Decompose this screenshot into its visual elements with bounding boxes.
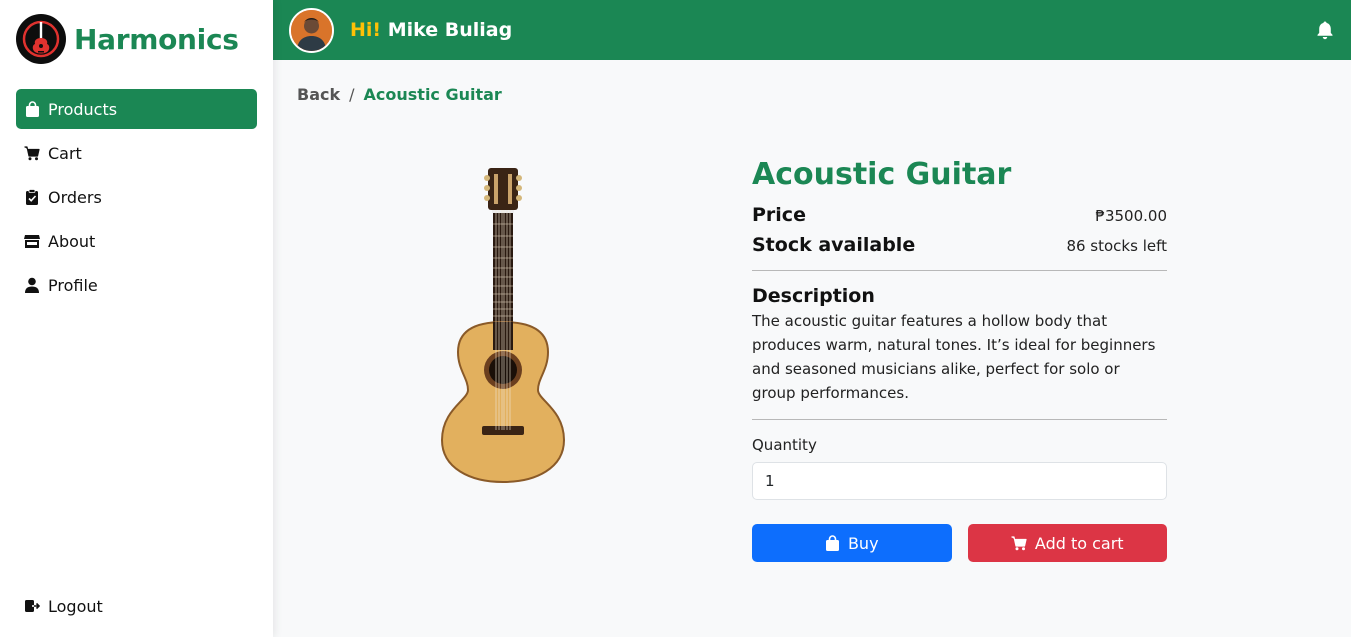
logout-section: Logout bbox=[16, 586, 257, 630]
sidebar-nav: Products Cart Orders About Profile bbox=[16, 89, 257, 309]
price-row: Price ₱3500.00 bbox=[752, 204, 1167, 226]
add-to-cart-label: Add to cart bbox=[1034, 533, 1124, 553]
greeting: Hi! Mike Buliag bbox=[350, 19, 512, 41]
stock-label: Stock available bbox=[752, 234, 916, 256]
bag-icon bbox=[24, 101, 40, 117]
sidebar-item-products[interactable]: Products bbox=[16, 89, 257, 129]
breadcrumb-current: Acoustic Guitar bbox=[363, 85, 502, 104]
quantity-input[interactable] bbox=[752, 462, 1167, 500]
sidebar-item-label: About bbox=[48, 231, 96, 251]
breadcrumb: Back / Acoustic Guitar bbox=[297, 85, 502, 104]
brand[interactable]: Harmonics bbox=[16, 14, 239, 64]
price-label: Price bbox=[752, 204, 806, 226]
logout-label: Logout bbox=[48, 596, 103, 616]
logout-icon bbox=[24, 598, 40, 614]
avatar[interactable] bbox=[289, 7, 334, 53]
stock-row: Stock available 86 stocks left bbox=[752, 234, 1167, 256]
guitar-logo-icon bbox=[16, 14, 66, 64]
buy-label: Buy bbox=[847, 533, 879, 553]
price-value: ₱3500.00 bbox=[1095, 207, 1167, 225]
product-details: Acoustic Guitar Price ₱3500.00 Stock ava… bbox=[752, 156, 1167, 562]
divider bbox=[752, 270, 1167, 271]
bag-icon bbox=[825, 535, 840, 551]
sidebar-item-label: Orders bbox=[48, 187, 102, 207]
user-name: Mike Buliag bbox=[387, 19, 513, 41]
person-icon bbox=[24, 277, 40, 293]
buy-button[interactable]: Buy bbox=[752, 524, 952, 562]
product-title: Acoustic Guitar bbox=[752, 157, 1012, 192]
description-title: Description bbox=[752, 285, 875, 307]
sidebar-item-orders[interactable]: Orders bbox=[16, 177, 257, 217]
top-header: Hi! Mike Buliag bbox=[273, 0, 1351, 60]
cart-icon bbox=[24, 145, 40, 161]
store-icon bbox=[24, 233, 40, 249]
breadcrumb-separator: / bbox=[349, 85, 355, 104]
cart-icon bbox=[1011, 535, 1027, 551]
sidebar-item-cart[interactable]: Cart bbox=[16, 133, 257, 173]
add-to-cart-button[interactable]: Add to cart bbox=[967, 524, 1167, 562]
product-image bbox=[436, 164, 571, 484]
clipboard-icon bbox=[24, 189, 40, 205]
sidebar-item-label: Cart bbox=[48, 143, 82, 163]
divider bbox=[752, 419, 1167, 420]
sidebar: Harmonics Products Cart Orders About Pro… bbox=[0, 0, 273, 637]
greeting-hi: Hi! bbox=[350, 19, 382, 41]
stock-value: 86 stocks left bbox=[1066, 237, 1167, 255]
description-text: The acoustic guitar features a hollow bo… bbox=[752, 312, 1156, 402]
quantity-label: Quantity bbox=[752, 436, 817, 454]
sidebar-item-about[interactable]: About bbox=[16, 221, 257, 261]
breadcrumb-back-link[interactable]: Back bbox=[297, 85, 340, 104]
sidebar-item-label: Profile bbox=[48, 275, 98, 295]
brand-name: Harmonics bbox=[74, 22, 239, 56]
sidebar-item-profile[interactable]: Profile bbox=[16, 265, 257, 305]
bell-icon[interactable] bbox=[1315, 20, 1335, 40]
logout-button[interactable]: Logout bbox=[16, 586, 257, 626]
action-buttons: Buy Add to cart bbox=[752, 524, 1167, 562]
sidebar-item-label: Products bbox=[48, 99, 118, 119]
